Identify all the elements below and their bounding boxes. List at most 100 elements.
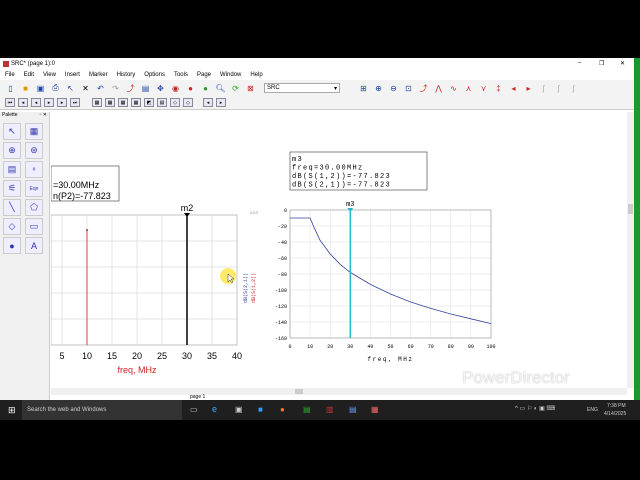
app-icon-blue[interactable]: ■ xyxy=(258,405,263,414)
palette-title: Palette xyxy=(2,112,18,118)
zoom-icon[interactable]: 🔍︎ xyxy=(215,83,226,94)
layout-3-icon[interactable]: ▦ xyxy=(118,98,128,107)
vertical-scroll-thumb[interactable] xyxy=(628,204,633,214)
layout-5-icon[interactable]: ◩ xyxy=(144,98,154,107)
clock-date[interactable]: 4/14/2025 xyxy=(604,411,626,417)
marker-valley-icon[interactable]: ∿ xyxy=(448,83,459,94)
layout-1-icon[interactable]: ▦ xyxy=(92,98,102,107)
palette-close-icon[interactable]: ▫ ✕ xyxy=(40,112,47,120)
marker-b-icon[interactable]: ʃ xyxy=(553,83,564,94)
palette-table-icon[interactable]: ▤ xyxy=(3,161,21,178)
zoom-out-icon[interactable]: ● xyxy=(200,83,211,94)
step-back-icon[interactable]: ◂ xyxy=(31,98,41,107)
redo-icon[interactable]: ↷ xyxy=(110,83,121,94)
delete-icon[interactable]: ✕ xyxy=(80,83,91,94)
excel-icon[interactable]: ▤ xyxy=(303,405,311,414)
store-icon[interactable]: ▣ xyxy=(235,405,243,414)
marker-c-icon[interactable]: ʃ xyxy=(568,83,579,94)
fit-icon[interactable]: ⊞ xyxy=(358,83,369,94)
zoom-area-icon[interactable]: ◉ xyxy=(170,83,181,94)
marker-new-icon[interactable]: ⤴ xyxy=(418,83,429,94)
windows-start-icon[interactable]: ⊞ xyxy=(8,405,16,416)
marker-a-icon[interactable]: ʃ xyxy=(538,83,549,94)
menu-insert[interactable]: Insert xyxy=(65,72,80,78)
menu-file[interactable]: File xyxy=(5,72,15,78)
undo-icon[interactable]: ↶ xyxy=(95,83,106,94)
horizontal-scrollbar[interactable] xyxy=(51,388,627,395)
zoom-fit-icon[interactable]: ⊡ xyxy=(403,83,414,94)
palette-circle-icon[interactable]: ● xyxy=(3,237,21,254)
menu-marker[interactable]: Marker xyxy=(89,72,108,78)
stop-icon[interactable]: ⊠ xyxy=(245,83,256,94)
palette-line-icon[interactable]: ╲ xyxy=(3,199,21,216)
ads-icon[interactable]: ▥ xyxy=(326,405,334,414)
palette-antenna-icon[interactable]: ⚟ xyxy=(3,180,21,197)
notepad-icon[interactable]: ▤ xyxy=(349,405,357,414)
layout-2-icon[interactable]: ▦ xyxy=(105,98,115,107)
zoom-in-icon[interactable]: ● xyxy=(185,83,196,94)
search-box[interactable]: Search the web and Windows xyxy=(22,400,182,420)
palette-a-icon[interactable]: A xyxy=(25,237,43,254)
layout-8-icon[interactable]: ◇ xyxy=(183,98,193,107)
palette-pointer-icon[interactable]: ↖ xyxy=(3,123,21,140)
layout-6-icon[interactable]: ▤ xyxy=(157,98,167,107)
marker-left-icon[interactable]: ◂ xyxy=(508,83,519,94)
save-icon[interactable]: ▣ xyxy=(35,83,46,94)
palette-list-icon[interactable]: ▦ xyxy=(25,123,43,140)
menu-view[interactable]: View xyxy=(43,72,56,78)
palette-smith-icon[interactable]: ⊛ xyxy=(25,142,43,159)
marker-peak-icon[interactable]: ⋀ xyxy=(433,83,444,94)
palette-polygon-icon[interactable]: ⬠ xyxy=(25,199,43,216)
new-icon[interactable]: ▯ xyxy=(5,83,16,94)
maximize-button[interactable]: ❐ xyxy=(599,60,604,67)
vertical-scrollbar[interactable] xyxy=(627,112,634,388)
zoom-in-box-icon[interactable]: ⊕ xyxy=(373,83,384,94)
marker-delta-icon[interactable]: ‡ xyxy=(493,83,504,94)
design-select[interactable]: SRC ▾ xyxy=(264,83,340,93)
select-icon[interactable]: ↖ xyxy=(65,83,76,94)
page-next-icon[interactable]: ▸ xyxy=(216,98,226,107)
horizontal-scroll-thumb[interactable] xyxy=(295,389,303,394)
menu-options[interactable]: Options xyxy=(144,72,165,78)
print-icon[interactable]: ⎙ xyxy=(50,83,61,94)
menu-tools[interactable]: Tools xyxy=(174,72,188,78)
palette-polyline-icon[interactable]: ◇ xyxy=(3,218,21,235)
marker-max-icon[interactable]: ⋏ xyxy=(463,83,474,94)
clock-time[interactable]: 7:38 PM xyxy=(607,403,626,409)
task-view-icon[interactable]: ▭ xyxy=(190,405,198,414)
menu-help[interactable]: Help xyxy=(250,72,262,78)
prev-icon[interactable]: ◂ xyxy=(18,98,28,107)
last-icon[interactable]: ⏭ xyxy=(70,98,80,107)
language-indicator[interactable]: ENG xyxy=(587,407,598,413)
firefox-icon[interactable]: ● xyxy=(280,405,285,414)
marker-icon[interactable]: ⤴ xyxy=(125,83,136,94)
right-y-tick-label: -80 xyxy=(278,272,287,278)
refresh-icon[interactable]: ⟳ xyxy=(230,83,241,94)
plot-icon[interactable]: ▤ xyxy=(140,83,151,94)
first-icon[interactable]: ⏮ xyxy=(5,98,15,107)
menu-page[interactable]: Page xyxy=(197,72,211,78)
ads-window: SRC* (page 1):0 – ❐ ✕ File Edit View Insert… xyxy=(0,58,634,400)
tray-icons[interactable]: ^ ▭ ⚐ ◐ ▣ ⌨ xyxy=(515,405,555,412)
marker-min-icon[interactable]: ⋎ xyxy=(478,83,489,94)
open-icon[interactable]: ■ xyxy=(20,83,31,94)
layout-4-icon[interactable]: ▦ xyxy=(131,98,141,107)
menu-window[interactable]: Window xyxy=(220,72,241,78)
palette-rectangle-icon[interactable]: ▭ xyxy=(25,218,43,235)
menu-edit[interactable]: Edit xyxy=(24,72,34,78)
page-prev-icon[interactable]: ◂ xyxy=(203,98,213,107)
next-icon[interactable]: ▸ xyxy=(57,98,67,107)
menu-history[interactable]: History xyxy=(117,72,136,78)
edge-icon[interactable]: e xyxy=(212,404,217,414)
marker-right-icon[interactable]: ▸ xyxy=(523,83,534,94)
close-button[interactable]: ✕ xyxy=(620,60,625,67)
plot-window-icon[interactable]: ▦ xyxy=(371,405,379,414)
palette-eqn-icon[interactable]: Eqn xyxy=(25,180,43,197)
minimize-button[interactable]: – xyxy=(578,60,581,66)
layout-7-icon[interactable]: ◇ xyxy=(170,98,180,107)
pan-icon[interactable]: ✥ xyxy=(155,83,166,94)
step-forward-icon[interactable]: ▸ xyxy=(44,98,54,107)
palette-1234-5678-icon[interactable]: # xyxy=(25,161,43,178)
zoom-out-box-icon[interactable]: ⊖ xyxy=(388,83,399,94)
palette-polar-icon[interactable]: ⊕ xyxy=(3,142,21,159)
